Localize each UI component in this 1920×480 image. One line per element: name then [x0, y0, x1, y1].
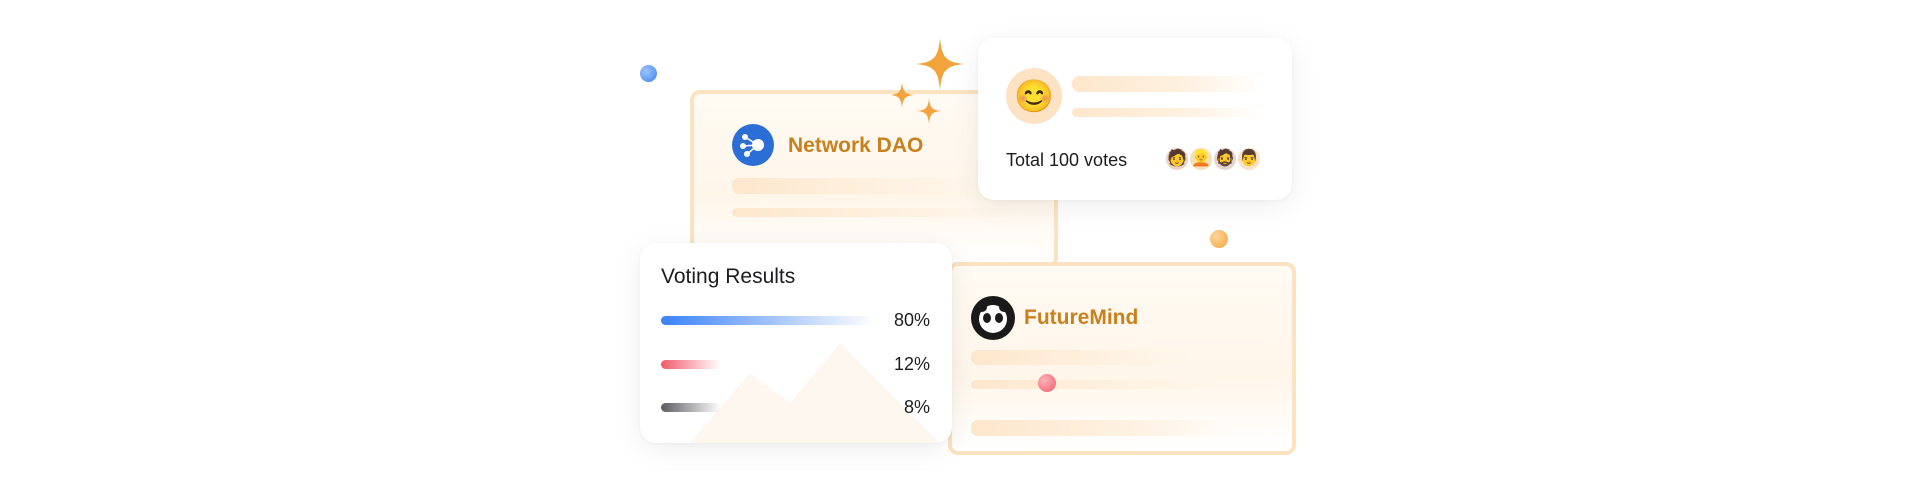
result-percent-3: 8% [903, 397, 930, 417]
result-bar-3 [661, 403, 721, 412]
futuremind-name: FutureMind [1024, 306, 1139, 329]
mountain-decor [690, 343, 940, 443]
voter-avatar-2: 👱 [1188, 146, 1214, 172]
voter-avatar-4: 👨 [1236, 146, 1262, 172]
voter-avatar-1: 🧑 [1164, 146, 1190, 172]
total-votes-card: 😊 Total 100 votes 🧑 👱 🧔 👨 [978, 38, 1292, 200]
voting-results-card: Voting Results 80% 12% 8% [640, 243, 952, 443]
futuremind-line-1 [971, 350, 1191, 365]
network-dao-name: Network DAO [788, 134, 924, 157]
network-dao-line-1 [732, 178, 982, 194]
sparkle-icon [892, 38, 964, 124]
network-dao-line-2 [732, 208, 1022, 217]
smile-emoji-avatar: 😊 [1006, 68, 1062, 124]
result-bar-1 [661, 316, 876, 325]
result-bar-2 [661, 360, 721, 369]
result-percent-1: 80% [893, 310, 930, 330]
result-percent-2: 12% [893, 354, 930, 374]
futuremind-line-2 [971, 380, 1221, 389]
vote-card-line-2 [1072, 108, 1262, 117]
vote-card-line-1 [1072, 76, 1262, 92]
orange-decor-dot [1210, 230, 1228, 248]
network-dao-logo-icon [732, 124, 774, 166]
futuremind-line-3 [971, 420, 1231, 436]
voter-avatar-3: 🧔 [1212, 146, 1238, 172]
pink-decor-dot [1038, 374, 1056, 392]
voting-results-title: Voting Results [661, 265, 796, 288]
futuremind-card: FutureMind [948, 262, 1296, 455]
futuremind-logo-icon [971, 296, 1015, 340]
total-votes-text: Total 100 votes [1006, 150, 1128, 170]
blue-decor-dot [640, 65, 657, 82]
